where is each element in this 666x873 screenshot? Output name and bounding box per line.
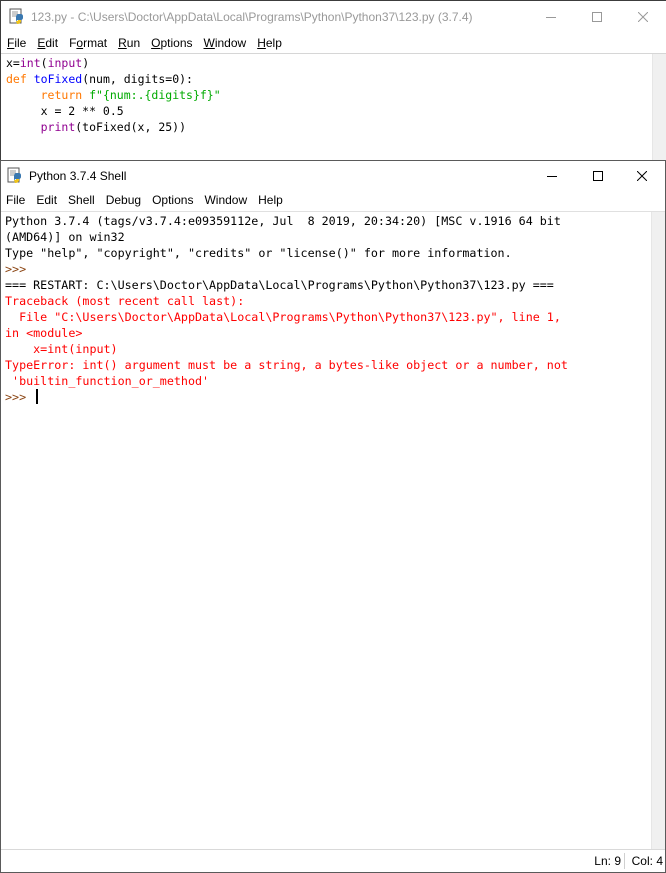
column-number-status: Col: 4 <box>631 854 663 868</box>
banner-line-2: (AMD64)] on win32 <box>5 230 125 244</box>
type-error-continuation: 'builtin_function_or_method' <box>5 374 210 388</box>
editor-minimize-button[interactable] <box>528 1 574 33</box>
close-icon <box>637 171 647 181</box>
shell-window: Python 3.7.4 Shell File Edit Shell Debug… <box>0 160 666 873</box>
shell-menu-divider <box>1 211 665 212</box>
editor-menu-run[interactable]: Run <box>112 33 145 53</box>
editor-window-title: 123.py - C:\Users\Doctor\AppData\Local\P… <box>31 10 473 24</box>
shell-scrollbar[interactable] <box>651 212 665 850</box>
shell-statusbar: Ln: 9 Col: 4 <box>1 849 665 872</box>
editor-menubar: File Edit Format Run Options Window Help <box>1 33 666 53</box>
shell-menu-help[interactable]: Help <box>253 190 289 210</box>
shell-menu-edit[interactable]: Edit <box>31 190 63 210</box>
traceback-header: Traceback (most recent call last): <box>5 294 245 308</box>
editor-maximize-button[interactable] <box>574 1 620 33</box>
editor-titlebar[interactable]: 123.py - C:\Users\Doctor\AppData\Local\P… <box>1 1 666 33</box>
maximize-icon <box>593 171 603 181</box>
shell-menu-options[interactable]: Options <box>147 190 199 210</box>
editor-menu-divider <box>1 53 666 54</box>
minimize-icon <box>546 17 556 18</box>
python-idle-icon <box>7 167 21 183</box>
editor-window: 123.py - C:\Users\Doctor\AppData\Local\P… <box>0 0 666 160</box>
active-prompt: >>> <box>5 390 34 404</box>
shell-minimize-button[interactable] <box>529 161 575 191</box>
editor-menu-file[interactable]: File <box>1 33 31 53</box>
code-line-1: x=int(input) <box>6 56 90 70</box>
editor-close-button[interactable] <box>620 1 666 33</box>
shell-maximize-button[interactable] <box>575 161 621 191</box>
code-line-3: return f"{num:.{digits}f}" <box>40 88 221 102</box>
editor-menu-format[interactable]: Format <box>63 33 112 53</box>
active-prompt-line[interactable]: >>> <box>5 389 651 405</box>
editor-scrollbar[interactable] <box>652 54 666 160</box>
line-number-status: Ln: 9 <box>594 854 621 868</box>
traceback-file-line: File "C:\Users\Doctor\AppData\Local\Prog… <box>5 310 561 324</box>
shell-window-title: Python 3.7.4 Shell <box>29 169 127 183</box>
banner-line-1: Python 3.7.4 (tags/v3.7.4:e09359112e, Ju… <box>5 214 561 228</box>
python-idle-icon <box>9 8 23 24</box>
editor-code-area[interactable]: x=int(input) def toFixed(num, digits=0): … <box>6 55 652 135</box>
banner-line-3: Type "help", "copyright", "credits" or "… <box>5 246 512 260</box>
shell-menu-file[interactable]: File <box>1 190 31 210</box>
prompt-line: >>> <box>5 262 34 276</box>
text-cursor <box>36 389 39 404</box>
shell-menubar: File Edit Shell Debug Options Window Hel… <box>1 190 665 210</box>
editor-menu-help[interactable]: Help <box>251 33 287 53</box>
code-line-4: x = 2 ** 0.5 <box>6 104 124 118</box>
restart-line: === RESTART: C:\Users\Doctor\AppData\Loc… <box>5 278 554 292</box>
code-line-2: def toFixed(num, digits=0): <box>6 72 193 86</box>
code-line-5: print(toFixed(x, 25)) <box>40 120 187 134</box>
editor-menu-options[interactable]: Options <box>145 33 197 53</box>
traceback-code-line: x=int(input) <box>5 342 118 356</box>
minimize-icon <box>547 176 557 177</box>
close-icon <box>638 12 648 22</box>
shell-close-button[interactable] <box>619 161 665 191</box>
editor-menu-window[interactable]: Window <box>198 33 252 53</box>
shell-console[interactable]: Python 3.7.4 (tags/v3.7.4:e09359112e, Ju… <box>5 213 651 405</box>
type-error-line: TypeError: int() argument must be a stri… <box>5 358 568 372</box>
status-divider <box>624 853 625 869</box>
shell-menu-debug[interactable]: Debug <box>101 190 147 210</box>
shell-menu-shell[interactable]: Shell <box>63 190 101 210</box>
shell-menu-window[interactable]: Window <box>199 190 253 210</box>
shell-titlebar[interactable]: Python 3.7.4 Shell <box>1 161 665 191</box>
traceback-module-line: in <module> <box>5 326 83 340</box>
maximize-icon <box>592 12 602 22</box>
editor-menu-edit[interactable]: Edit <box>31 33 63 53</box>
